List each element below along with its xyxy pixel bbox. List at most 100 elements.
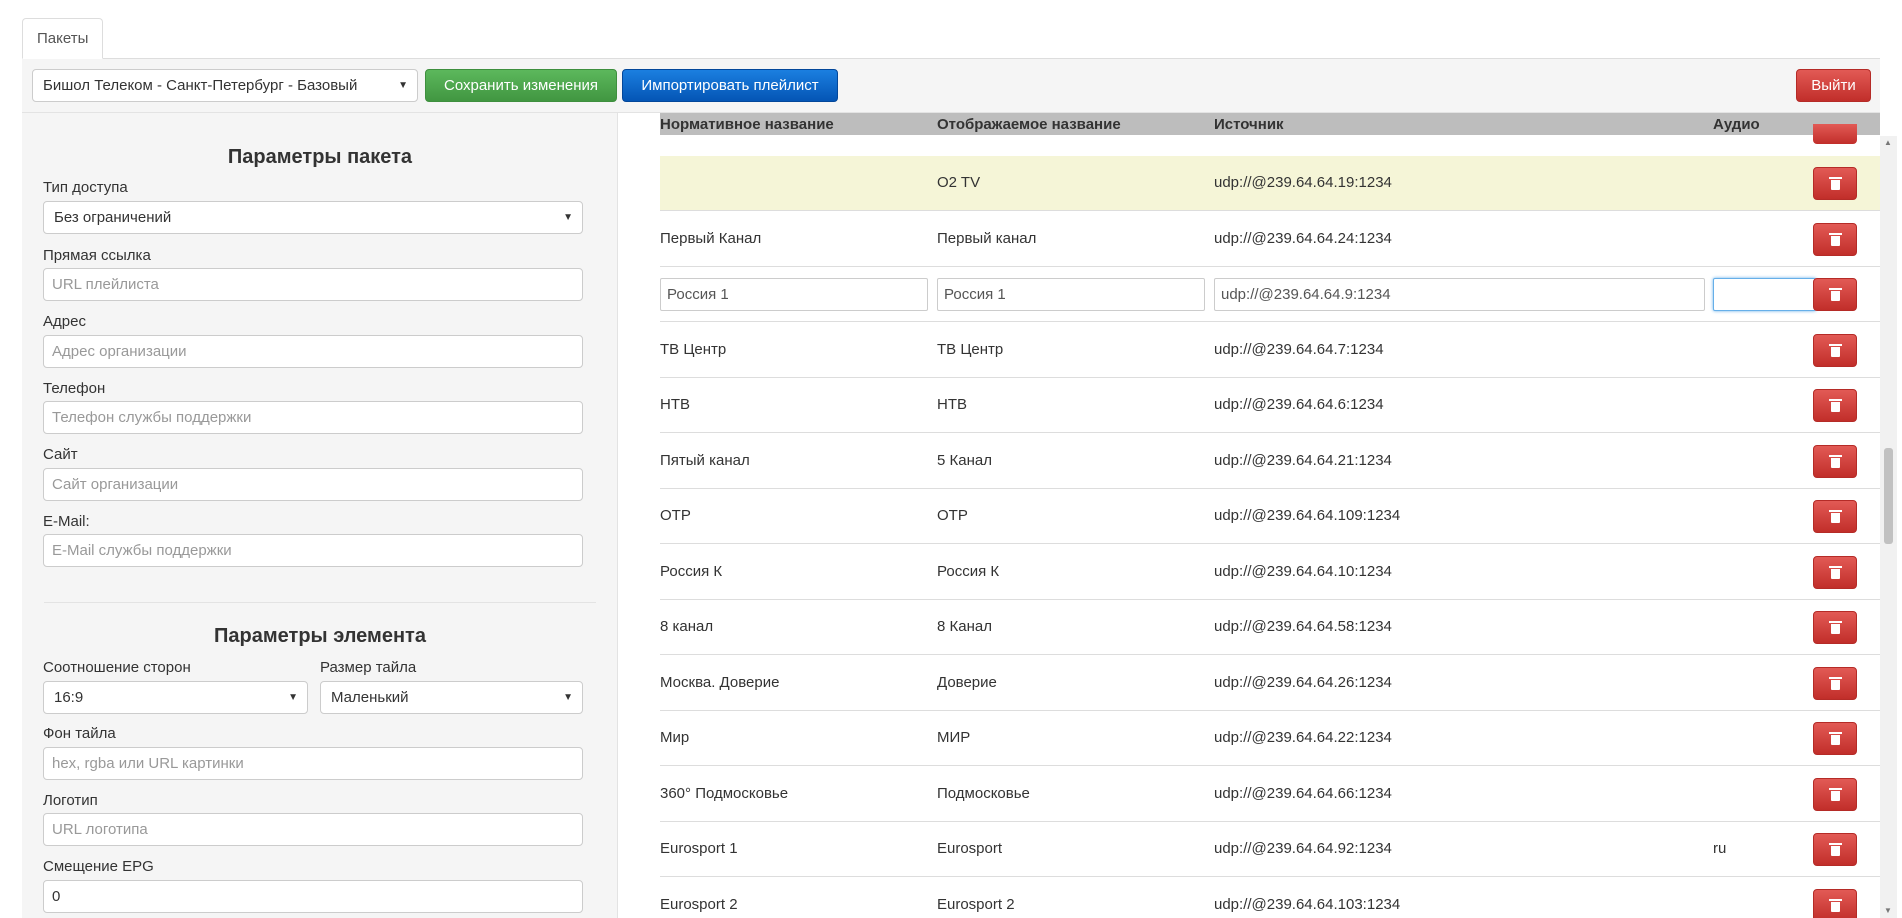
- save-button[interactable]: Сохранить изменения: [425, 69, 617, 102]
- cell-normative-name-input[interactable]: Россия 1: [660, 278, 928, 311]
- cell-display-name: ОТР: [937, 507, 968, 524]
- trash-icon: [1829, 233, 1842, 246]
- table-row[interactable]: Eurosport 1 Eurosport udp://@239.64.64.92:…: [660, 822, 1880, 877]
- delete-row-button[interactable]: [1813, 667, 1857, 700]
- delete-row-button[interactable]: [1813, 833, 1857, 866]
- delete-row-button[interactable]: [1813, 722, 1857, 755]
- cell-source: udp://@239.64.64.109:1234: [1214, 507, 1401, 524]
- cell-source: udp://@239.64.64.92:1234: [1214, 840, 1392, 857]
- import-playlist-button[interactable]: Импортировать плейлист: [622, 69, 838, 102]
- cell-display-name: 5 Канал: [937, 452, 992, 469]
- caret-down-icon: ▼: [563, 692, 573, 703]
- tile-bg-label: Фон тайла: [43, 725, 116, 742]
- logo-label: Логотип: [43, 792, 98, 809]
- table-row[interactable]: ОТР ОТР udp://@239.64.64.109:1234: [660, 489, 1880, 544]
- cell-normative-name: Первый Канал: [660, 230, 762, 247]
- package-select-value: Бишол Телеком - Санкт-Петербург - Базовы…: [43, 77, 358, 94]
- table-row[interactable]: Россия К Россия К udp://@239.64.64.10:1234: [660, 545, 1880, 600]
- cell-normative-name: Россия К: [660, 563, 723, 580]
- table-row[interactable]: Пятый канал 5 Канал udp://@239.64.64.21:12…: [660, 434, 1880, 489]
- scroll-up-icon[interactable]: ▲: [1884, 138, 1892, 147]
- tab-packages[interactable]: Пакеты: [22, 18, 104, 59]
- cell-source: udp://@239.64.64.24:1234: [1214, 230, 1392, 247]
- table-row[interactable]: Россия 1 Россия 1 udp://@239.64.64.9:1234: [660, 267, 1880, 322]
- col-header-source[interactable]: Источник: [1214, 116, 1284, 133]
- table-row[interactable]: 8 канал 8 Канал udp://@239.64.64.58:1234: [660, 600, 1880, 655]
- delete-row-button[interactable]: [1813, 556, 1857, 589]
- email-input[interactable]: E-Mail службы поддержки: [43, 534, 583, 567]
- site-input[interactable]: Сайт организации: [43, 468, 583, 501]
- table-row[interactable]: 360° Подмосковье Подмосковье udp://@239.64…: [660, 767, 1880, 822]
- tile-size-value: Маленький: [331, 689, 409, 706]
- table-row[interactable]: ТВ Центр ТВ Центр udp://@239.64.64.7:1234: [660, 323, 1880, 378]
- trash-icon: [1829, 621, 1842, 634]
- epg-offset-label: Смещение EPG: [43, 858, 154, 875]
- cell-audio-input[interactable]: [1713, 278, 1816, 311]
- scroll-down-icon[interactable]: ▼: [1884, 906, 1892, 915]
- trash-icon: [1829, 899, 1842, 912]
- table-row[interactable]: Москва. Доверие Доверие udp://@239.64.64.2…: [660, 656, 1880, 711]
- delete-row-button[interactable]: [1813, 278, 1857, 311]
- delete-row-button[interactable]: [1813, 445, 1857, 478]
- trash-icon: [1829, 788, 1842, 801]
- cell-normative-name: 8 канал: [660, 618, 714, 635]
- access-type-label: Тип доступа: [43, 179, 128, 196]
- col-header-display[interactable]: Отображаемое название: [937, 116, 1121, 133]
- cell-source: udp://@239.64.64.10:1234: [1214, 563, 1392, 580]
- phone-input[interactable]: Телефон службы поддержки: [43, 401, 583, 434]
- delete-row-button[interactable]: [1813, 611, 1857, 644]
- trash-icon: [1829, 399, 1842, 412]
- delete-row-button[interactable]: [1813, 389, 1857, 422]
- table-row[interactable]: Первый Канал Первый канал udp://@239.64.64…: [660, 212, 1880, 267]
- toolbar: Бишол Телеком - Санкт-Петербург - Базовы…: [22, 59, 1880, 113]
- tile-bg-input[interactable]: hex, rgba или URL картинки: [43, 747, 583, 780]
- table-row[interactable]: O2 TV udp://@239.64.64.19:1234: [660, 156, 1880, 211]
- cell-audio: ru: [1713, 840, 1727, 857]
- table-row[interactable]: НТВ НТВ udp://@239.64.64.6:1234: [660, 378, 1880, 433]
- cell-normative-name: ОТР: [660, 507, 691, 524]
- scroll-thumb[interactable]: [1884, 448, 1893, 544]
- cell-normative-name: ТВ Центр: [660, 341, 727, 358]
- cell-source-input[interactable]: udp://@239.64.64.9:1234: [1214, 278, 1705, 311]
- logo-input[interactable]: URL логотипа: [43, 813, 583, 846]
- delete-row-button[interactable]: [1813, 500, 1857, 533]
- delete-row-button[interactable]: [1813, 223, 1857, 256]
- tile-size-select[interactable]: Маленький ▼: [320, 681, 583, 714]
- phone-label: Телефон: [43, 380, 106, 397]
- delete-row-button[interactable]: [1813, 778, 1857, 811]
- cell-display-name: Eurosport 2: [937, 896, 1015, 913]
- logout-button[interactable]: Выйти: [1796, 69, 1871, 102]
- aspect-ratio-label: Соотношение сторон: [43, 659, 191, 676]
- cell-normative-name: 360° Подмосковье: [660, 785, 789, 802]
- delete-button-partial[interactable]: [1813, 124, 1857, 144]
- delete-row-button[interactable]: [1813, 334, 1857, 367]
- cell-display-name-input[interactable]: Россия 1: [937, 278, 1205, 311]
- trash-icon: [1829, 344, 1842, 357]
- address-input[interactable]: Адрес организации: [43, 335, 583, 368]
- address-label: Адрес: [43, 313, 86, 330]
- cell-display-name: НТВ: [937, 396, 967, 413]
- col-header-audio[interactable]: Аудио: [1713, 116, 1760, 133]
- access-type-select[interactable]: Без ограничений ▼: [43, 201, 583, 234]
- delete-row-button[interactable]: [1813, 167, 1857, 200]
- scrollbar[interactable]: ▲ ▼: [1880, 136, 1897, 918]
- direct-link-input[interactable]: URL плейлиста: [43, 268, 583, 301]
- cell-display-name: ТВ Центр: [937, 341, 1004, 358]
- cell-normative-name: Пятый канал: [660, 452, 750, 469]
- table-row[interactable]: Мир МИР udp://@239.64.64.22:1234: [660, 711, 1880, 766]
- cell-normative-name: Eurosport 2: [660, 896, 738, 913]
- cell-display-name: Доверие: [937, 674, 997, 691]
- trash-icon: [1829, 566, 1842, 579]
- epg-offset-input[interactable]: 0: [43, 880, 583, 913]
- tab-bar: Пакеты: [22, 18, 1880, 59]
- email-label: E-Mail:: [43, 513, 90, 530]
- trash-icon: [1829, 177, 1842, 190]
- package-select[interactable]: Бишол Телеком - Санкт-Петербург - Базовы…: [32, 69, 418, 102]
- delete-row-button[interactable]: [1813, 889, 1857, 918]
- col-header-normative[interactable]: Нормативное название: [660, 116, 834, 133]
- aspect-ratio-select[interactable]: 16:9 ▼: [43, 681, 308, 714]
- cell-display-name: Подмосковье: [937, 785, 1030, 802]
- trash-icon: [1829, 455, 1842, 468]
- table-row[interactable]: Eurosport 2 Eurosport 2 udp://@239.64.64.1…: [660, 878, 1880, 918]
- settings-panel: Параметры пакета Тип доступа Без огранич…: [22, 113, 618, 918]
